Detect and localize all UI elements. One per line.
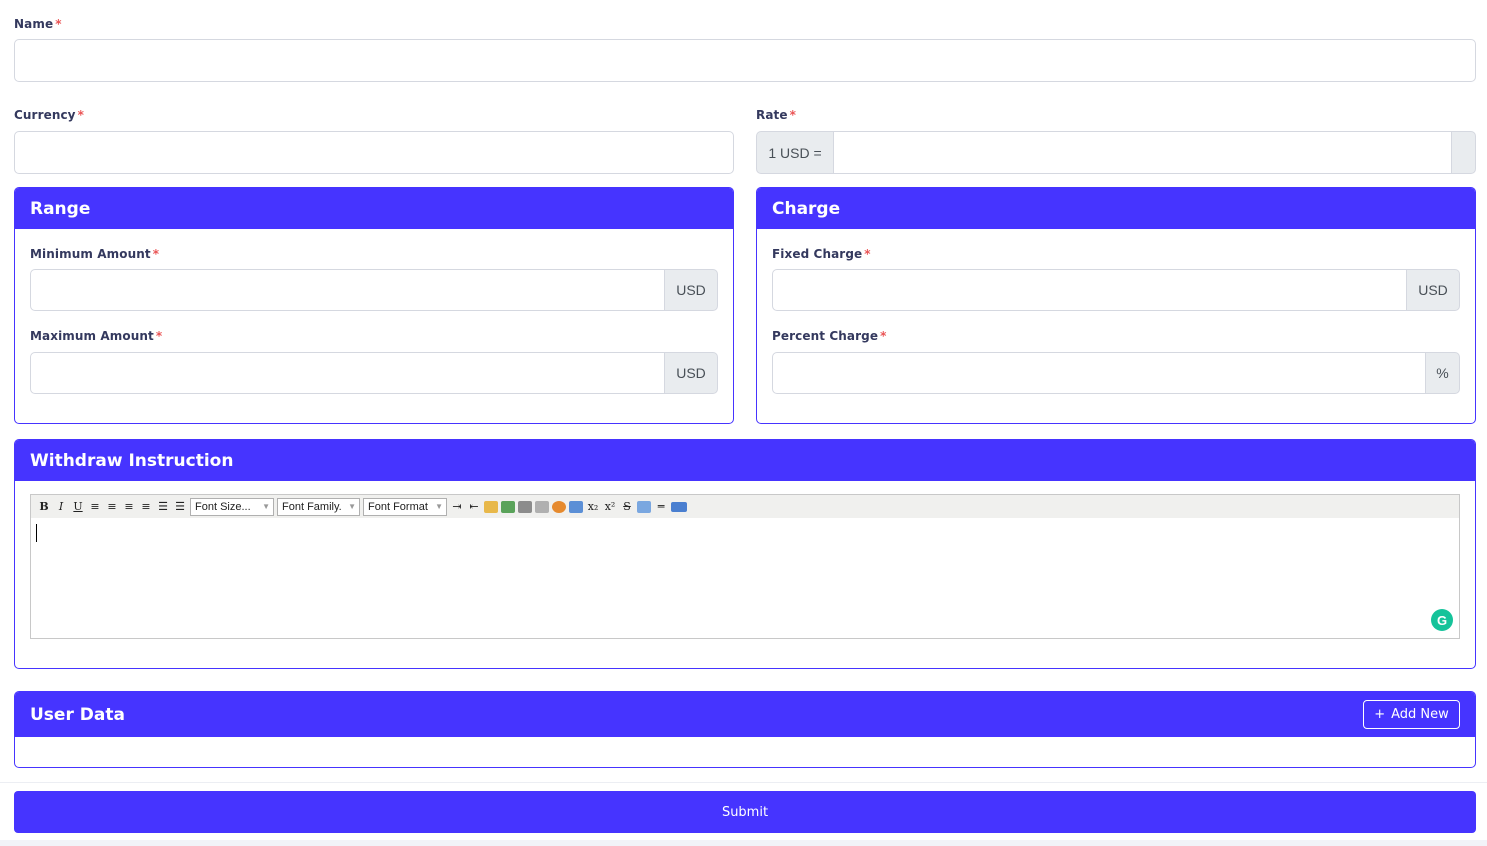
italic-button[interactable]: I xyxy=(54,500,68,514)
instruction-title: Withdraw Instruction xyxy=(15,440,1475,481)
maximum-amount-suffix: USD xyxy=(664,352,718,394)
unlink-icon[interactable] xyxy=(535,500,549,513)
color-icon[interactable] xyxy=(552,500,566,513)
chevron-down-icon: ▼ xyxy=(262,501,270,511)
horizontal-rule-icon[interactable]: ═ xyxy=(654,500,668,514)
align-right-icon[interactable]: ≡ xyxy=(122,500,136,514)
name-input[interactable] xyxy=(14,39,1476,82)
name-label: Name * xyxy=(14,17,62,31)
rate-input[interactable] xyxy=(833,131,1452,174)
submit-button[interactable]: Submit xyxy=(14,791,1476,833)
align-center-icon[interactable]: ≡ xyxy=(105,500,119,514)
ordered-list-icon[interactable]: ☰ xyxy=(156,500,170,514)
range-title: Range xyxy=(15,188,733,229)
percent-charge-suffix: % xyxy=(1425,352,1460,394)
fixed-charge-label: Fixed Charge * xyxy=(772,247,871,261)
minimum-amount-input[interactable] xyxy=(30,269,665,311)
paste-icon[interactable] xyxy=(484,500,498,513)
align-left-icon[interactable]: ≡ xyxy=(88,500,102,514)
text-caret xyxy=(36,524,37,542)
superscript-button[interactable]: x² xyxy=(603,500,617,514)
font-size-select[interactable]: Font Size... ▼ xyxy=(190,497,274,516)
minimum-amount-suffix: USD xyxy=(664,269,718,311)
add-new-label: Add New xyxy=(1391,707,1449,722)
charge-title: Charge xyxy=(757,188,1475,229)
percent-charge-label: Percent Charge * xyxy=(772,329,887,343)
currency-label: Currency * xyxy=(14,108,84,122)
bold-button[interactable]: B xyxy=(37,500,51,514)
maximum-amount-label: Maximum Amount * xyxy=(30,329,163,343)
rate-suffix xyxy=(1451,131,1476,174)
unordered-list-icon[interactable]: ☰ xyxy=(173,500,187,514)
html-source-icon[interactable] xyxy=(671,501,687,512)
rate-label: Rate * xyxy=(756,108,797,122)
grammarly-icon[interactable]: G xyxy=(1431,609,1453,631)
link-icon[interactable] xyxy=(518,500,532,513)
page-footer-strip xyxy=(0,840,1487,846)
image-icon[interactable] xyxy=(501,500,515,513)
underline-button[interactable]: U xyxy=(71,500,85,514)
fixed-charge-input[interactable] xyxy=(772,269,1407,311)
minimum-amount-label: Minimum Amount * xyxy=(30,247,160,261)
currency-input[interactable] xyxy=(14,131,734,174)
chevron-down-icon: ▼ xyxy=(348,501,356,511)
indent-icon[interactable]: ⇥ xyxy=(450,500,464,514)
font-format-select[interactable]: Font Format ▼ xyxy=(363,497,447,516)
remove-format-icon[interactable] xyxy=(637,500,651,513)
align-justify-icon[interactable]: ≡ xyxy=(139,500,153,514)
user-data-card: User Data xyxy=(14,691,1476,768)
plus-icon: + xyxy=(1374,707,1386,722)
editor-toolbar: B I U ≡ ≡ ≡ ≡ ☰ ☰ Font Size... ▼ Font Fam… xyxy=(30,494,1460,519)
add-new-button[interactable]: + Add New xyxy=(1363,700,1460,729)
outdent-icon[interactable]: ⇤ xyxy=(467,500,481,514)
divider xyxy=(0,782,1487,783)
chevron-down-icon: ▼ xyxy=(435,501,443,511)
edit-html-icon[interactable] xyxy=(569,500,583,513)
maximum-amount-input[interactable] xyxy=(30,352,665,394)
font-family-select[interactable]: Font Family. ▼ xyxy=(277,497,360,516)
fixed-charge-suffix: USD xyxy=(1406,269,1460,311)
rate-prefix: 1 USD = xyxy=(756,131,834,174)
percent-charge-input[interactable] xyxy=(772,352,1426,394)
subscript-button[interactable]: x₂ xyxy=(586,500,600,514)
strikethrough-button[interactable]: S xyxy=(620,500,634,514)
instruction-editor[interactable] xyxy=(30,518,1460,639)
user-data-title: User Data xyxy=(15,692,1475,737)
